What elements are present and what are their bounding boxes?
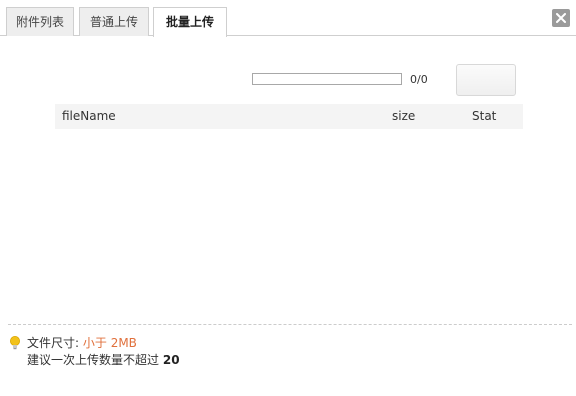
select-files-button[interactable] [456,64,516,96]
column-header-filename: fileName [62,109,116,123]
batch-limit-tip: 建议一次上传数量不超过 20 [27,353,180,367]
lightbulb-icon [9,336,21,350]
column-header-size: size [392,109,416,123]
file-size-value: 小于 2MB [82,336,137,350]
tab-attachment-list[interactable]: 附件列表 [6,7,74,36]
batch-limit-label: 建议一次上传数量不超过 [27,353,160,367]
column-header-status: Stat [472,109,497,123]
tab-bar: 附件列表 普通上传 批量上传 [0,0,576,37]
file-size-tip: 文件尺寸: 小于 2MB [27,336,137,350]
tab-normal-upload[interactable]: 普通上传 [79,7,149,36]
file-table-header: fileName size Stat [55,104,523,129]
file-size-label: 文件尺寸: [27,336,80,350]
upload-progress-count: 0/0 [410,73,428,86]
close-icon [556,13,566,23]
close-button[interactable] [552,9,570,27]
file-list [55,129,523,309]
batch-limit-value: 20 [162,353,180,367]
tab-batch-upload[interactable]: 批量上传 [153,7,227,37]
divider [8,324,572,325]
upload-progress-bar [252,73,402,85]
